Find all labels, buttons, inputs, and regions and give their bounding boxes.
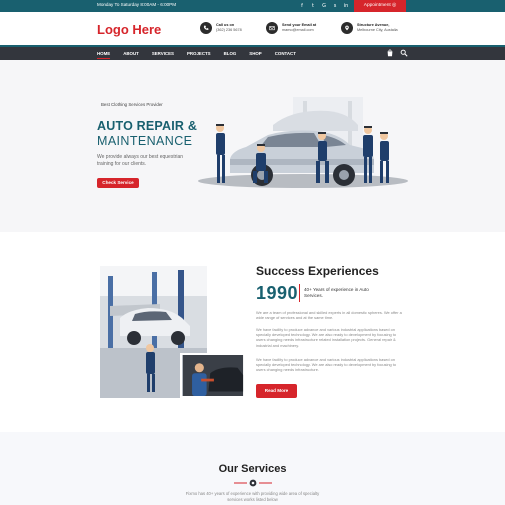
nav-item-contact[interactable]: CONTACT <box>275 51 296 56</box>
appointment-button[interactable]: Appointment ◎ <box>354 0 406 12</box>
main-nav: HOME ABOUT SERVICES PROJECTS BLOG SHOP C… <box>0 45 505 60</box>
mechanic-photo <box>180 353 246 398</box>
about-paragraph-2: We have facility to produce advance and … <box>256 327 397 348</box>
contact-email-value[interactable]: mamo@email.com <box>282 28 314 32</box>
site-logo[interactable]: Logo Here <box>97 22 161 37</box>
nav-item-shop[interactable]: SHOP <box>249 51 261 56</box>
year-divider <box>299 284 300 302</box>
search-icon[interactable] <box>400 49 408 57</box>
facebook-icon[interactable]: f <box>298 2 306 10</box>
gear-divider-icon <box>234 479 272 487</box>
site-header: Logo Here Call us on (362) 236 5678 Send … <box>0 12 505 45</box>
nav-item-services[interactable]: SERVICES <box>152 51 174 56</box>
nav-item-projects[interactable]: PROJECTS <box>187 51 211 56</box>
services-lead: Fixmo has 40+ years of experience with p… <box>185 491 320 502</box>
location-icon <box>341 22 353 34</box>
contact-phone: Call us on (362) 236 5678 <box>200 22 242 34</box>
hero-kicker: Best Clothing Services Provider <box>101 102 163 107</box>
about-paragraph-1: We are a team of professional and skille… <box>256 310 402 321</box>
email-icon <box>266 22 278 34</box>
contact-email: Send your Email at mamo@email.com <box>266 22 316 34</box>
check-service-button[interactable]: Check Service <box>97 178 139 188</box>
contact-address-line2: Melbourne City, Austalia <box>357 28 398 32</box>
phone-icon <box>200 22 212 34</box>
contact-address: Structure Avenue, Melbourne City, Austali… <box>341 22 398 34</box>
about-paragraph-3: We have facility to produce advance and … <box>256 357 397 373</box>
cart-icon[interactable] <box>386 49 394 57</box>
read-more-button[interactable]: Read More <box>256 384 297 398</box>
hero-car-illustration <box>198 97 408 188</box>
hero-description: We provide always our best equestrian tr… <box>97 154 184 167</box>
services-heading: Our Services <box>218 463 287 475</box>
nav-item-about[interactable]: ABOUT <box>123 51 139 56</box>
experience-text: 40+ Years of experience in Auto Services… <box>304 287 369 298</box>
twitter-icon[interactable]: t <box>309 2 317 10</box>
social-links: f t G s in <box>298 2 350 10</box>
about-heading: Success Experiences <box>256 264 379 278</box>
skype-icon[interactable]: s <box>331 2 339 10</box>
top-bar: Monday To Saturday 8:00AM - 6:00PM f t G… <box>0 0 505 12</box>
linkedin-icon[interactable]: in <box>342 2 350 10</box>
hero-title-line1: AUTO REPAIR & <box>97 119 198 133</box>
founded-year: 1990 <box>256 283 299 303</box>
business-hours: Monday To Saturday 8:00AM - 6:00PM <box>97 2 177 7</box>
hero-title-line2: MAINTENANCE <box>97 134 193 148</box>
google-plus-icon[interactable]: G <box>320 2 328 10</box>
nav-item-home[interactable]: HOME <box>97 51 111 59</box>
contact-phone-value[interactable]: (362) 236 5678 <box>216 28 242 32</box>
nav-item-blog[interactable]: BLOG <box>224 51 237 56</box>
